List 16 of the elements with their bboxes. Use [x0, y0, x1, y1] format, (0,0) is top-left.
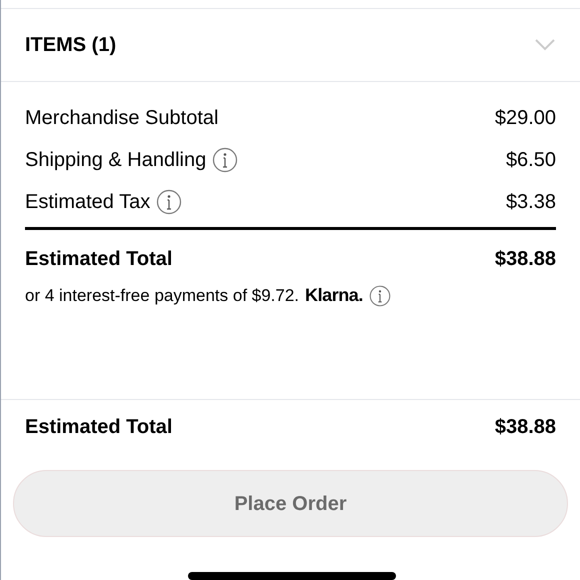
info-icon[interactable]	[212, 147, 238, 173]
installments-text: or 4 interest-free payments of $9.72.	[25, 284, 300, 307]
line-label: Merchandise Subtotal	[25, 106, 218, 131]
line-label: Shipping & Handling	[25, 148, 206, 173]
info-icon[interactable]	[368, 284, 391, 306]
total-value: $38.88	[494, 247, 556, 272]
info-icon[interactable]	[156, 189, 182, 215]
total-value: $38.88	[494, 415, 556, 440]
line-value: $6.50	[506, 148, 556, 173]
section-title: ITEMS (1)	[25, 33, 116, 58]
line-value: $3.38	[506, 190, 556, 215]
total-label: Estimated Total	[25, 415, 172, 440]
line-label: Estimated Tax	[25, 190, 150, 215]
line-value: $29.00	[494, 106, 556, 131]
total-label: Estimated Total	[25, 247, 172, 272]
klarna-logo: Klarna.	[305, 284, 363, 307]
